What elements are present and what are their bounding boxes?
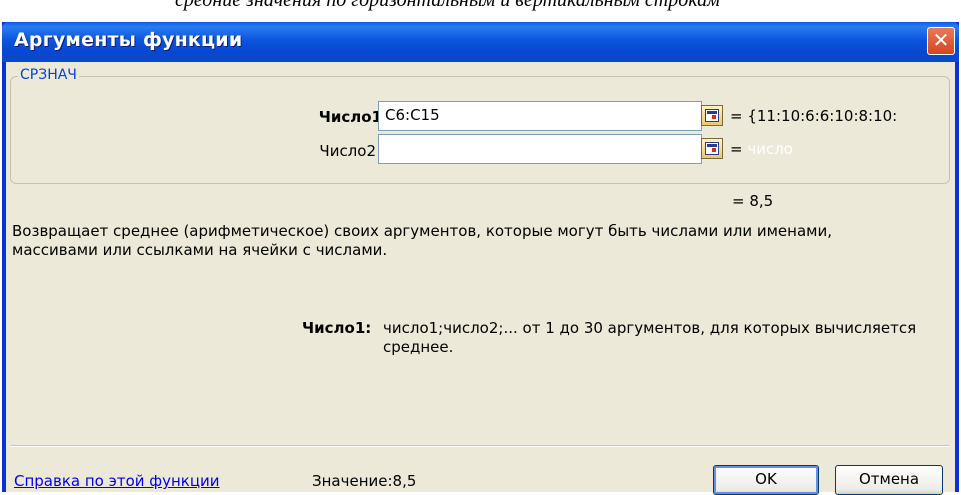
dialog-title: Аргументы функции <box>14 29 243 51</box>
ok-button[interactable]: OK <box>713 465 819 495</box>
dialog-body: СРЗНАЧ Число1 C6:C15 = {11:10:6:6:10:8:1… <box>6 62 955 495</box>
document-caption: средние значения по горизонтальным и вер… <box>175 0 720 11</box>
arg2-collapse-icon[interactable] <box>701 138 723 159</box>
document-background: средние значения по горизонтальным и вер… <box>0 0 961 22</box>
title-bar[interactable]: Аргументы функции ✕ <box>2 22 959 62</box>
arg1-label: Число1 <box>318 108 382 126</box>
arg1-input[interactable]: C6:C15 <box>378 101 702 131</box>
arg-help-label: Число1: <box>302 319 372 337</box>
arg1-collapse-icon[interactable] <box>701 105 723 126</box>
arg2-result-prefix: = <box>730 140 743 158</box>
value-text: Значение:8,5 <box>312 472 417 490</box>
function-description: Возвращает среднее (арифметическое) свои… <box>12 222 832 259</box>
divider <box>10 445 950 447</box>
arg2-result: = число <box>730 140 793 158</box>
formula-result: = 8,5 <box>732 192 774 210</box>
function-arguments-dialog: Аргументы функции ✕ СРЗНАЧ Число1 C6:C15… <box>2 22 959 495</box>
function-name: СРЗНАЧ <box>18 67 79 83</box>
help-link[interactable]: Справка по этой функции <box>14 472 220 490</box>
cancel-button[interactable]: Отмена <box>835 465 943 495</box>
arg2-result-hint: число <box>747 140 793 158</box>
close-icon[interactable]: ✕ <box>927 27 955 55</box>
arg2-input[interactable] <box>378 134 702 164</box>
arg1-result: = {11:10:6:6:10:8:10: <box>730 107 898 125</box>
arg2-label: Число2 <box>319 142 376 160</box>
arg-help-text: число1;число2;... от 1 до 30 аргументов,… <box>383 319 917 356</box>
